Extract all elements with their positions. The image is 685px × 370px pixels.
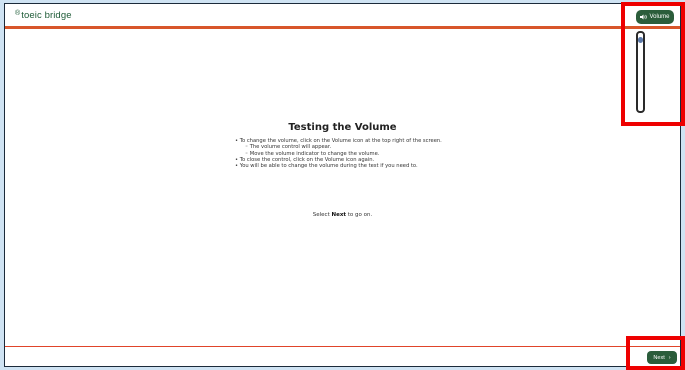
- header: ®toeic bridge Volume: [5, 4, 680, 28]
- footer-divider: [5, 346, 680, 347]
- select-suffix: to go on.: [346, 212, 373, 218]
- instruction-item: You will be able to change the volume du…: [235, 163, 442, 169]
- select-next-prompt: Select Next to go on.: [5, 212, 680, 218]
- select-bold: Next: [331, 212, 346, 218]
- next-highlight-box: [626, 336, 685, 370]
- header-divider: [5, 26, 680, 29]
- logo-mark: ®: [15, 10, 21, 17]
- select-prefix: Select: [312, 212, 332, 218]
- volume-highlight-box: [621, 2, 685, 126]
- test-window: ®toeic bridge Volume Testing the Volume …: [4, 3, 681, 367]
- logo-text: toeic bridge: [21, 10, 72, 21]
- page-title: Testing the Volume: [288, 122, 397, 133]
- instructions-list: To change the volume, click on the Volum…: [235, 138, 442, 169]
- toeic-bridge-logo: ®toeic bridge: [15, 10, 72, 21]
